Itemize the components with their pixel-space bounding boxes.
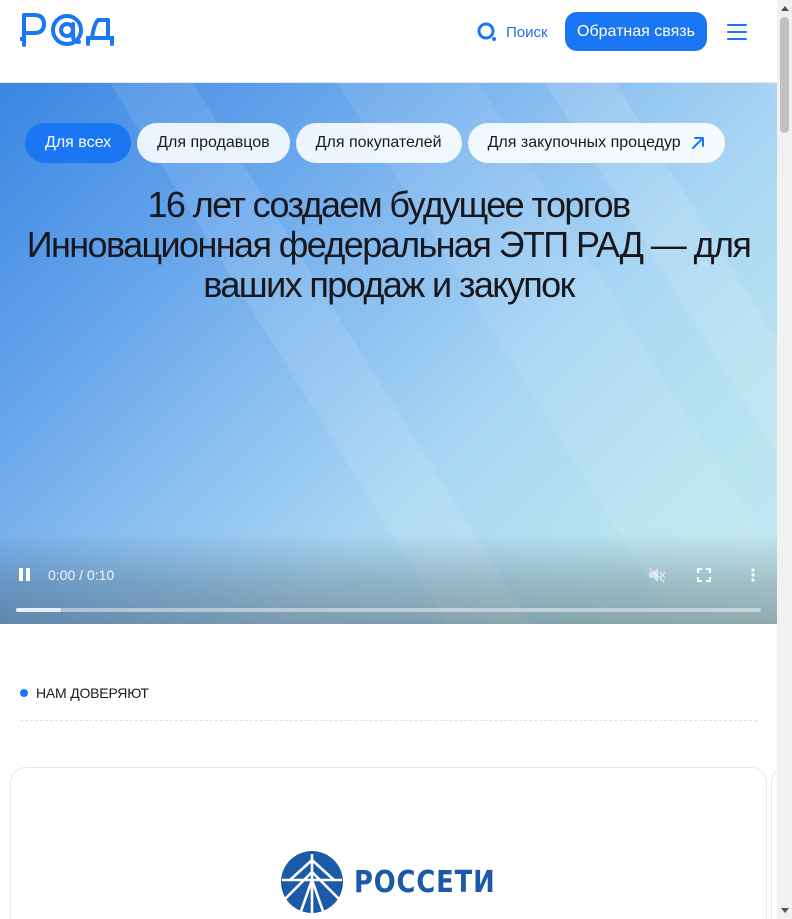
hero-headline: 16 лет создаем будущее торгов Инновацион… [20,185,757,305]
tab-all[interactable]: Для всех [25,123,132,163]
speaker-muted-icon [648,567,666,583]
section-divider [20,720,757,721]
logo[interactable] [18,12,116,50]
scroll-down-arrow-icon[interactable] [781,908,789,913]
pause-icon [26,568,30,581]
hero-video[interactable]: Для всех Для продавцов Для покупателей Д… [0,83,777,624]
page-scrollbar[interactable] [777,0,792,919]
trust-section-title: НАМ ДОВЕРЯЮТ [36,685,149,701]
page: Поиск Обратная связь Для всех Для продав… [0,0,777,919]
arrow-up-right-icon [691,137,704,149]
menu-button[interactable] [724,20,750,44]
mute-button[interactable] [648,567,666,583]
rad-logo-icon [18,13,114,47]
menu-icon-bar [727,24,747,26]
tab-label: Для продавцов [157,134,270,151]
scrollbar-thumb[interactable] [780,17,789,133]
pause-button[interactable] [18,568,32,582]
search-button[interactable]: Поиск [476,20,548,44]
tab-procurement[interactable]: Для закупочных процедур [467,123,725,163]
rosseti-emblem-icon [281,851,343,913]
trust-section-header: НАМ ДОВЕРЯЮТ [20,685,149,701]
site-header: Поиск Обратная связь [0,0,777,83]
search-label: Поиск [506,23,548,41]
partner-logo-rosseti: РОССЕТИ [280,850,519,914]
tab-label: Для покупателей [315,134,442,151]
video-controls: 0:00 / 0:10 [0,532,777,624]
audience-tabs: Для всех Для продавцов Для покупателей Д… [25,123,725,163]
tab-sellers[interactable]: Для продавцов [137,123,290,163]
partner-name: РОССЕТИ [354,864,496,900]
tab-buyers[interactable]: Для покупателей [295,123,462,163]
video-progress-fill [16,608,61,612]
headline-line: 16 лет создаем будущее торгов [147,184,631,225]
video-time: 0:00 / 0:10 [48,567,115,583]
menu-icon-bar [727,38,747,40]
more-options-button[interactable] [750,568,756,582]
fullscreen-icon [697,568,711,582]
bullet-dot-icon [20,689,28,697]
more-vertical-icon [751,568,755,582]
video-progress-bar[interactable] [16,608,761,612]
fullscreen-button[interactable] [697,568,711,582]
headline-line: ваших продаж и закупок [203,264,575,305]
pause-icon [19,568,23,581]
menu-icon-bar [727,31,747,33]
scroll-up-arrow-icon[interactable] [781,6,789,11]
tab-label: Для закупочных процедур [487,134,681,151]
feedback-button[interactable]: Обратная связь [565,12,707,51]
tab-label: Для всех [45,134,112,151]
headline-line: Инновационная федеральная ЭТП РАД — для [26,224,752,265]
search-icon [477,22,496,41]
